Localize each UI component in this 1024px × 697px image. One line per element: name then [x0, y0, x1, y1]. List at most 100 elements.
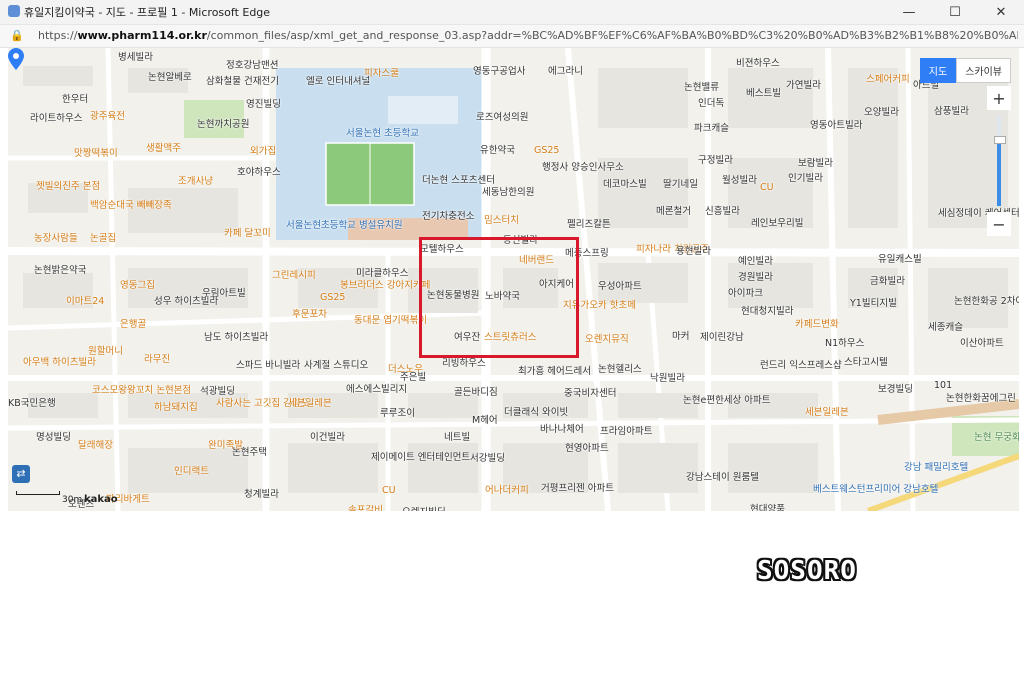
map-place-label[interactable]: 오렌지뮤직: [585, 334, 629, 345]
map-place-label[interactable]: 주은빌: [400, 372, 426, 383]
map-place-label[interactable]: 신흥빌라: [705, 206, 740, 217]
map-place-label[interactable]: 세븐일레븐: [805, 407, 849, 418]
map-place-label[interactable]: GS25: [534, 145, 559, 156]
map-view-button[interactable]: 지도: [919, 58, 957, 83]
map-place-label[interactable]: 영동구공업사: [473, 66, 525, 77]
map-place-label[interactable]: CU: [760, 182, 774, 193]
map-place-label[interactable]: 보경빌딩: [878, 384, 913, 395]
location-marker-icon[interactable]: [8, 48, 24, 70]
map-place-label[interactable]: 인기빌라: [788, 173, 823, 184]
map-place-label[interactable]: 그린레시피: [272, 270, 316, 281]
address-bar[interactable]: 🔒 https://www.pharm114.or.kr/common_file…: [0, 25, 1024, 48]
map-place-label[interactable]: 제이메이트 엔터테인먼트: [371, 452, 470, 463]
map-place-label[interactable]: 한우터: [62, 94, 88, 105]
map-place-label[interactable]: 최가흥 헤어드레서: [518, 366, 591, 377]
map-place-label[interactable]: 오양빌라: [864, 107, 899, 118]
skyview-button[interactable]: 스카이뷰: [956, 58, 1011, 83]
map-place-label[interactable]: 논현밸류: [684, 82, 719, 93]
map-place-label[interactable]: 피자스쿨: [364, 68, 399, 79]
map-place-label[interactable]: 보람빌라: [798, 158, 833, 169]
map-place-label[interactable]: 남도 하이츠빌라: [204, 332, 268, 343]
map-place-label[interactable]: 중국비자센터: [564, 388, 616, 399]
map-place-label[interactable]: 세동남한의원: [482, 187, 534, 198]
map-place-label[interactable]: 리빙하우스: [442, 358, 486, 369]
minimize-button[interactable]: —: [886, 0, 932, 24]
map-place-label[interactable]: 논현까치공원: [197, 119, 249, 130]
map-place-label[interactable]: 골든바디짐: [454, 387, 498, 398]
map-place-label[interactable]: 비젼하우스: [736, 58, 780, 69]
map-place-label[interactable]: 논현한화꿈에그린 1차아파트: [946, 393, 1019, 404]
map-place-label[interactable]: 서울논현 초등학교: [346, 128, 419, 139]
zoom-in-button[interactable]: +: [987, 86, 1011, 110]
map-place-label[interactable]: 맛짱떡볶이: [74, 148, 118, 159]
map-place-label[interactable]: 이산아파트: [960, 338, 1004, 349]
map-place-label[interactable]: 행정사 양승인사무소: [542, 162, 624, 173]
zoom-slider[interactable]: [994, 116, 1006, 206]
map-place-label[interactable]: 에그라니: [548, 66, 583, 77]
map-place-label[interactable]: 카페 달꼬미: [224, 228, 271, 239]
map-place-label[interactable]: CU: [382, 485, 396, 496]
map-place-label[interactable]: GS25: [320, 292, 345, 303]
map-place-label[interactable]: 프라임아파트: [600, 426, 652, 437]
map-place-label[interactable]: 인디랙트: [174, 466, 209, 477]
map-place-label[interactable]: 런드리 익스프레스샵: [760, 360, 842, 371]
map-place-label[interactable]: 더클래식 와이빗: [504, 407, 568, 418]
map-place-label[interactable]: 정호강남맨션: [226, 60, 278, 71]
map-place-label[interactable]: 논골집: [90, 233, 116, 244]
map-place-label[interactable]: 청계빌라: [244, 489, 279, 500]
map-place-label[interactable]: 마커: [672, 331, 689, 342]
map-place-label[interactable]: 용현빌라: [676, 246, 711, 257]
map-place-label[interactable]: 논현 무궁화공원: [974, 432, 1019, 443]
map-place-label[interactable]: 병세빌라: [118, 52, 153, 63]
map-place-label[interactable]: 은행골: [120, 319, 146, 330]
map-place-label[interactable]: 오렌지빌딩: [402, 507, 446, 511]
map-place-label[interactable]: 라이트하우스: [30, 113, 82, 124]
map-place-label[interactable]: 딸기네일: [663, 179, 698, 190]
close-button[interactable]: ✕: [978, 0, 1024, 24]
map-place-label[interactable]: 논현주택: [232, 447, 267, 458]
map-place-label[interactable]: 레인보우리빌: [751, 218, 803, 229]
map-place-label[interactable]: 밈스터치: [484, 215, 519, 226]
map-place-label[interactable]: 이마트24: [66, 296, 104, 307]
map-place-label[interactable]: 조개사냥: [178, 176, 213, 187]
map-place-label[interactable]: 코스모왕왕꼬치 논현본점: [92, 385, 191, 396]
map-place-label[interactable]: 강남스테이 원룸텔: [686, 472, 759, 483]
map-place-label[interactable]: Y1빌티지빌: [850, 298, 897, 309]
map-place-label[interactable]: 스페어커피: [866, 74, 910, 85]
map-place-label[interactable]: 논현e편한세상 아파트: [683, 395, 771, 406]
map-place-label[interactable]: 강남 패밀리호텔: [904, 462, 968, 473]
map-place-label[interactable]: 석광빌딩: [200, 386, 235, 397]
map-place-label[interactable]: 거평프리젠 아파트: [541, 483, 614, 494]
map-place-label[interactable]: 예인빌라: [738, 256, 773, 267]
map-place-label[interactable]: 광주육전: [90, 111, 125, 122]
map-place-label[interactable]: 미라클하우스: [356, 268, 408, 279]
map-place-label[interactable]: 스타고시텔: [844, 357, 888, 368]
map-view[interactable]: 병세빌라 정호강남맨션 논현알베로 삼화철물 건재전기 엘로 인터내셔널 피자스쿨 영동구공…: [8, 48, 1019, 511]
map-place-label[interactable]: 카페드변화: [795, 319, 839, 330]
map-place-label[interactable]: 세종캐슬: [928, 322, 963, 333]
map-place-label[interactable]: N1하우스: [825, 338, 864, 349]
map-place-label[interactable]: 명성빌딩: [36, 432, 71, 443]
map-place-label[interactable]: 인더독: [698, 98, 724, 109]
map-place-label[interactable]: 하남돼지집: [154, 402, 198, 413]
map-place-label[interactable]: 펠리즈칼튼: [567, 219, 611, 230]
map-place-label[interactable]: 논현한화공 2차아파: [954, 296, 1019, 307]
route-icon[interactable]: ⇄: [12, 465, 30, 483]
map-place-label[interactable]: 파크캐슬: [694, 123, 729, 134]
map-place-label[interactable]: 엘로 인터내셔널: [306, 76, 370, 87]
map-place-label[interactable]: 성우 하이츠빌라: [154, 296, 218, 307]
map-place-label[interactable]: 영진빌딩: [246, 99, 281, 110]
map-place-label[interactable]: 동대문 엽기떡볶이: [354, 315, 427, 326]
map-place-label[interactable]: 베스트빌: [746, 88, 781, 99]
map-place-label[interactable]: 어나더커피: [485, 485, 529, 496]
map-place-label[interactable]: 논현밝은약국: [34, 265, 86, 276]
map-place-label[interactable]: 유일캐스빌: [878, 254, 922, 265]
map-place-label[interactable]: 구정빌라: [698, 155, 733, 166]
map-place-label[interactable]: 스파드 바니빌라: [236, 360, 300, 371]
map-place-label[interactable]: 농장사람들: [34, 233, 78, 244]
zoom-slider-knob[interactable]: [994, 135, 1006, 144]
map-place-label[interactable]: 원할머니: [88, 346, 123, 357]
map-place-label[interactable]: 달래해장: [78, 440, 113, 451]
map-place-label[interactable]: 에스에스빌리지: [346, 384, 407, 395]
map-place-label[interactable]: 루루조이: [380, 408, 415, 419]
